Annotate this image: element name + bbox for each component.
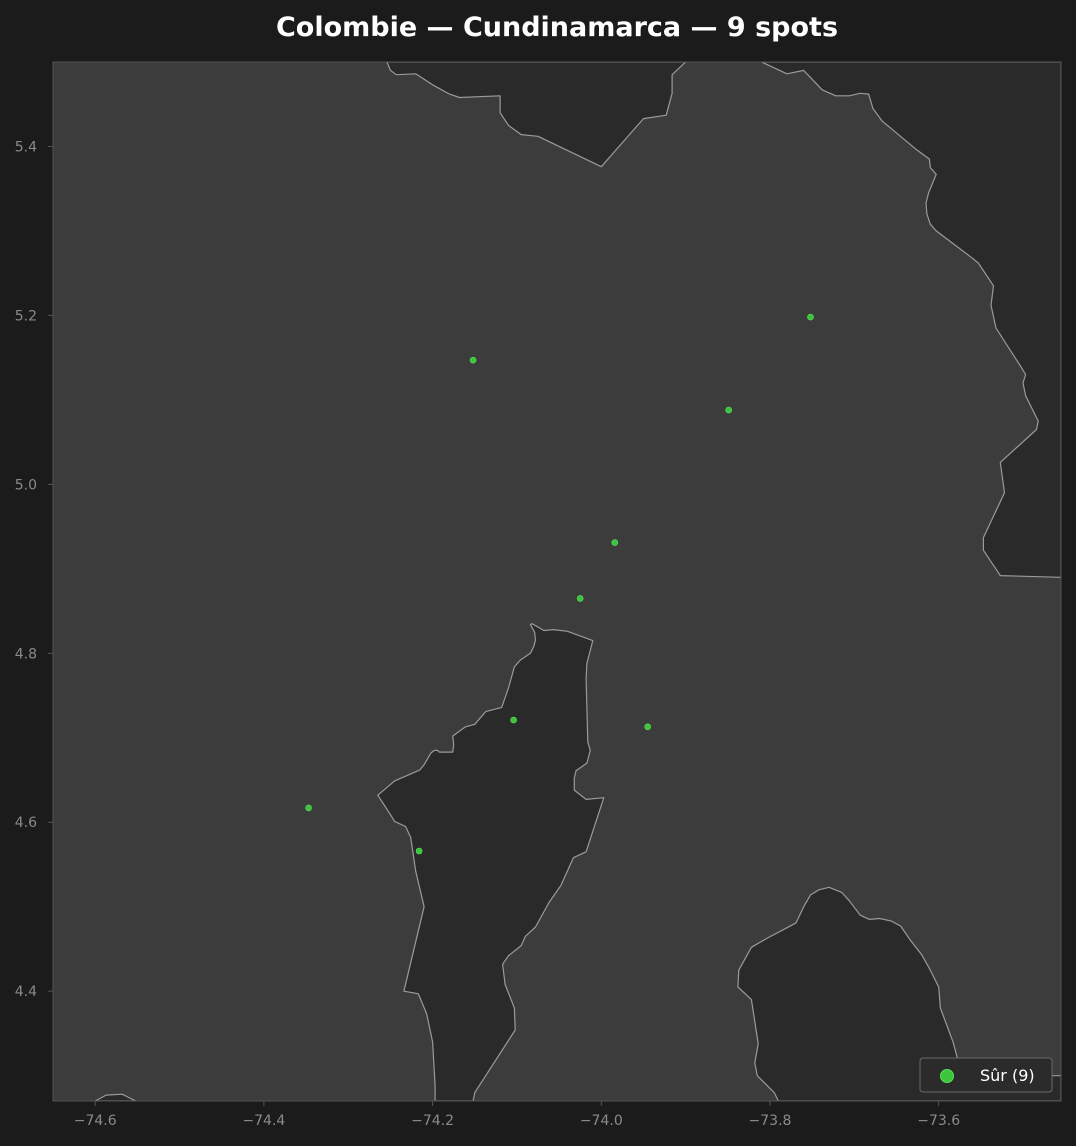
y-tick-label: 4.4 <box>15 984 37 1000</box>
x-tick-label: −74.4 <box>242 1113 285 1129</box>
y-tick-label: 5.2 <box>15 308 37 324</box>
x-tick-label: −73.8 <box>749 1113 792 1129</box>
spot-marker <box>576 595 584 602</box>
y-tick-label: 4.6 <box>15 815 37 831</box>
legend: Sûr (9) <box>919 1057 1053 1093</box>
y-tick-label: 4.8 <box>15 646 37 662</box>
y-tick-label: 5.0 <box>15 477 37 493</box>
spot-marker <box>469 356 477 364</box>
spot-marker <box>611 539 619 546</box>
map-title: Colombie — Cundinamarca — 9 spots <box>276 12 838 43</box>
spot-marker <box>305 804 312 812</box>
spot-marker <box>415 847 423 855</box>
legend-marker <box>940 1069 954 1083</box>
legend-label: Sûr (9) <box>980 1066 1035 1085</box>
x-tick-label: −73.6 <box>917 1113 960 1129</box>
map-canvas: Colombie — Cundinamarca — 9 spots −74.6−… <box>15 12 1062 1129</box>
spot-marker <box>807 313 814 321</box>
x-tick-label: −74.6 <box>74 1113 117 1129</box>
spot-marker <box>510 716 517 724</box>
x-tick-label: −74.2 <box>411 1113 454 1129</box>
spot-marker <box>644 723 652 731</box>
x-axis: −74.6 −74.4 −74.2 −74.0 −73.8 −73.6 <box>74 1101 960 1129</box>
y-axis: 4.4 4.6 4.8 5.0 5.2 5.4 <box>15 139 53 1000</box>
y-tick-label: 5.4 <box>15 139 37 155</box>
x-tick-label: −74.0 <box>580 1113 623 1129</box>
spot-marker <box>725 406 733 414</box>
map-figure: Colombie — Cundinamarca — 9 spots −74.6−… <box>0 0 1076 1146</box>
